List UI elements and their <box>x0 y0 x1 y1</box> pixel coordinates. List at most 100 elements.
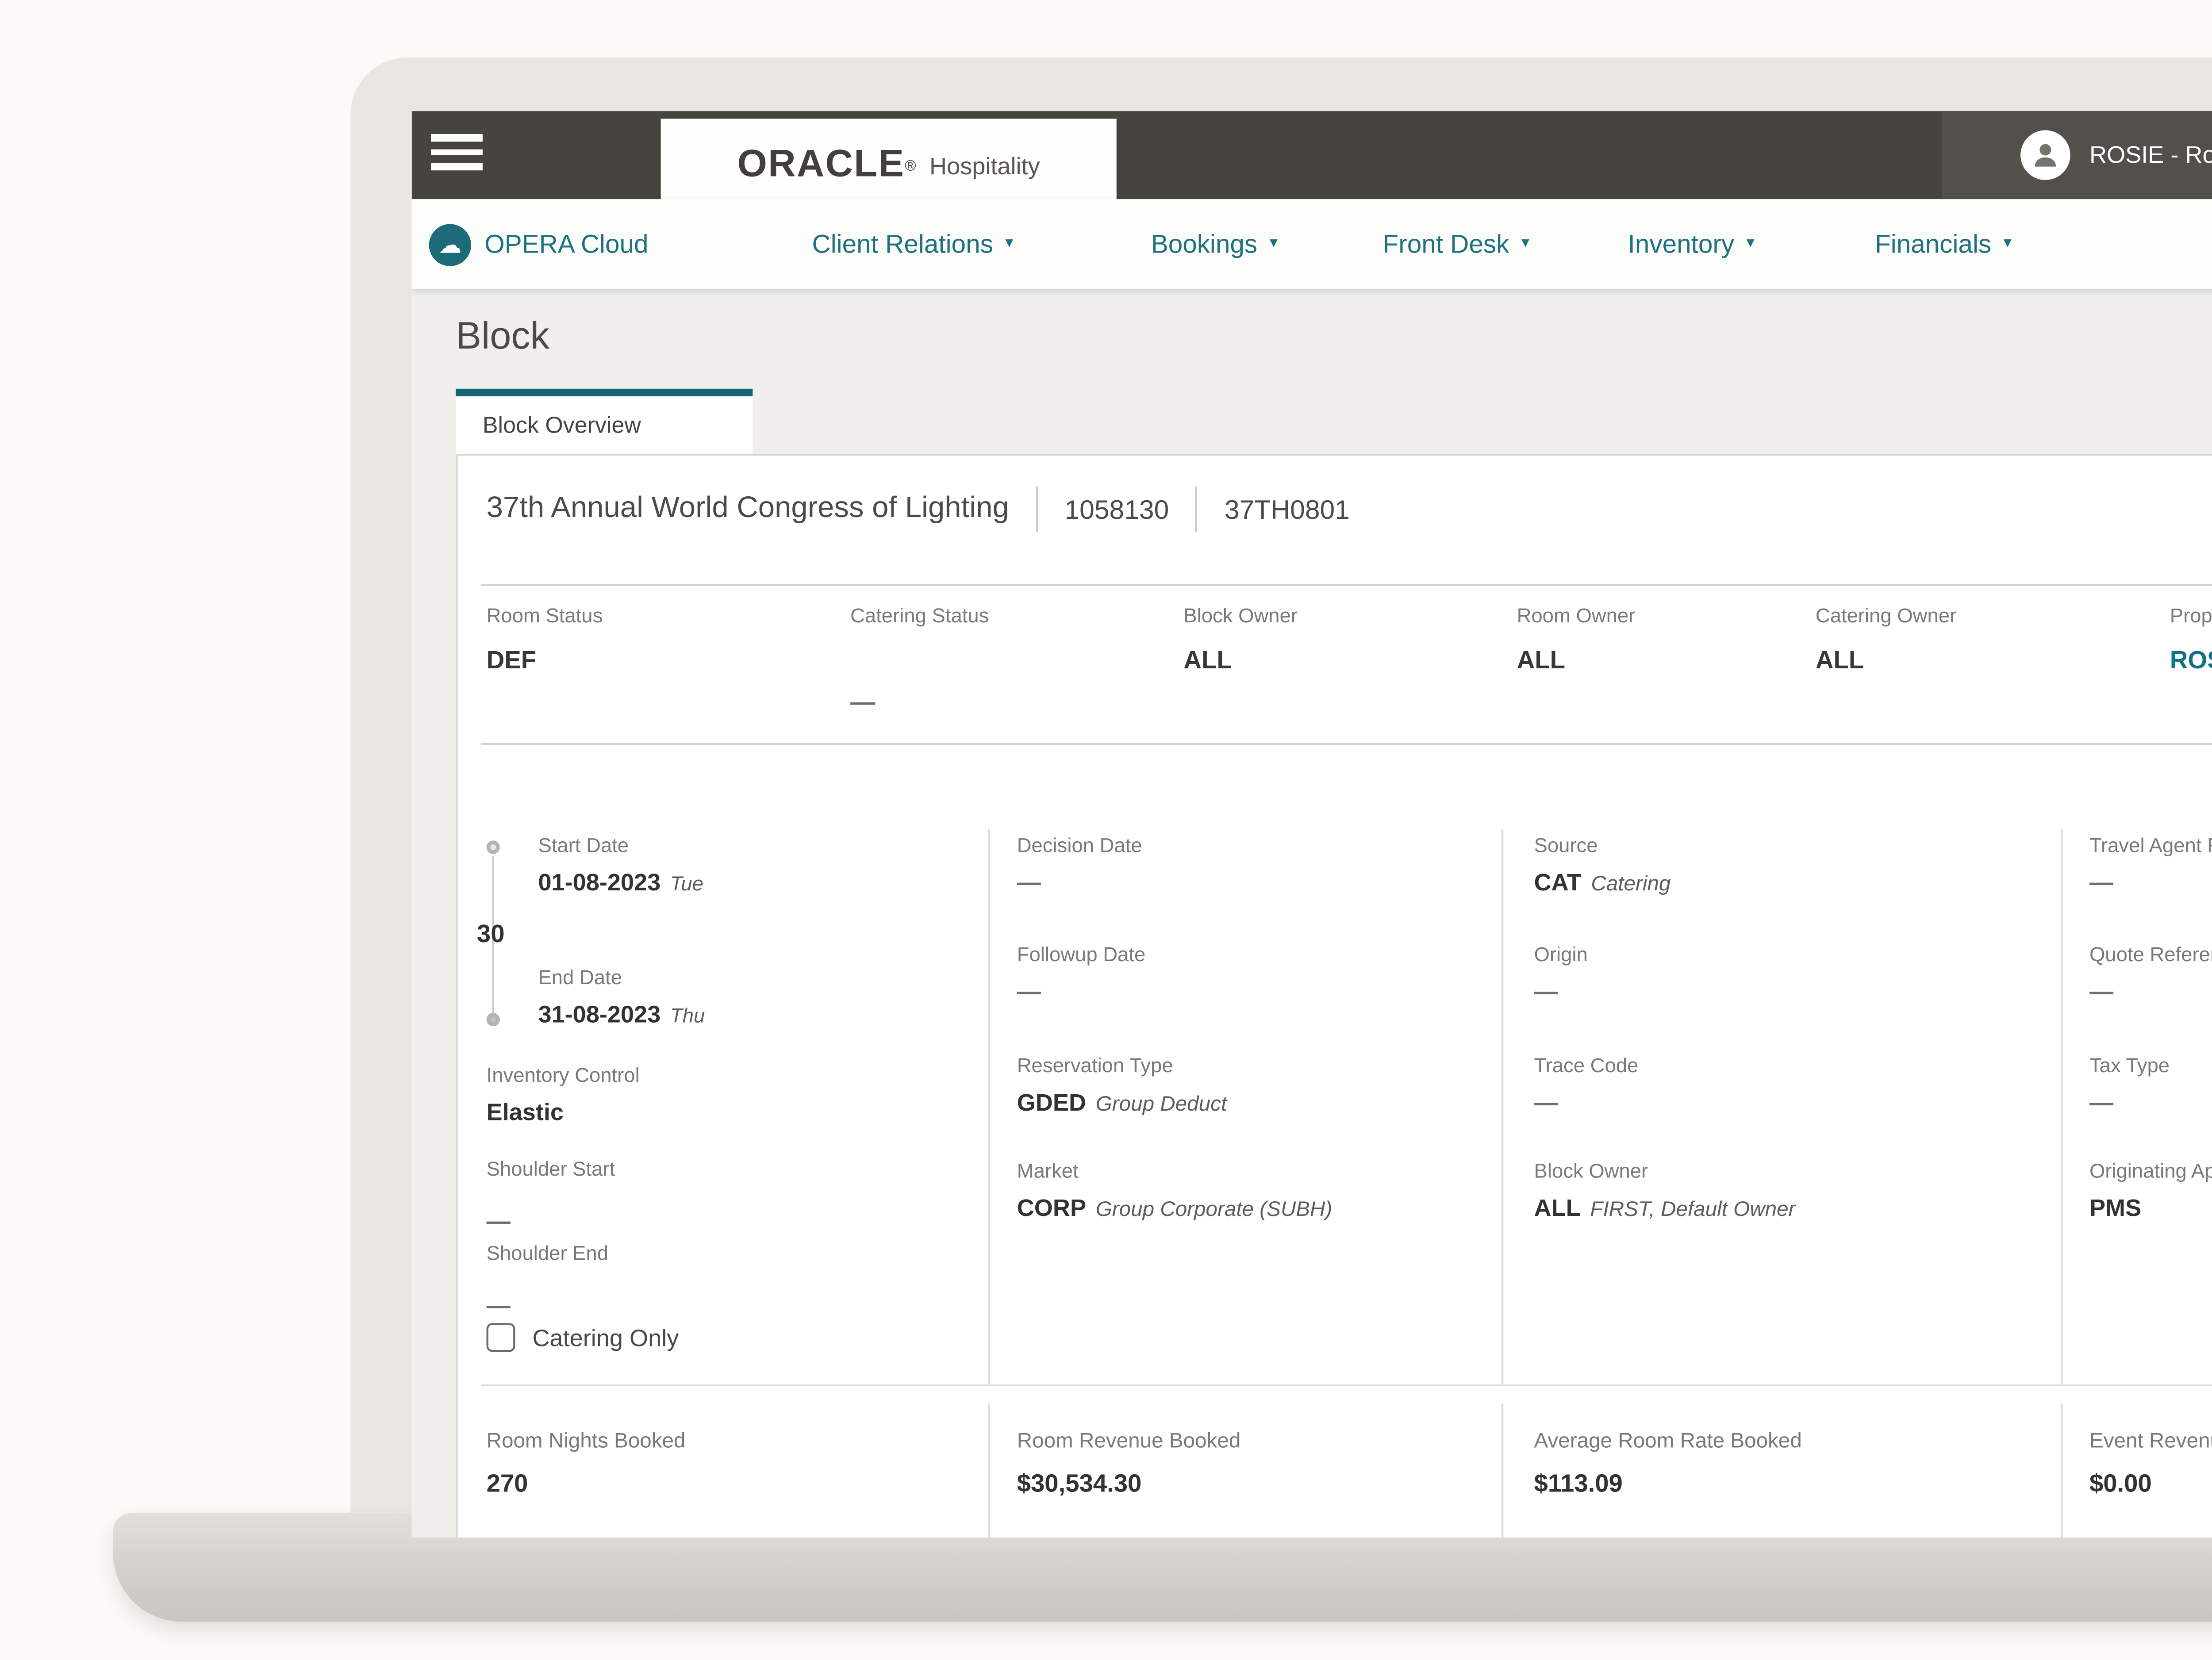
screen: ORACLE® Hospitality ROSIE - Rosies B&B H… <box>412 111 2212 1537</box>
status-room-status: Room Status DEF <box>487 605 603 674</box>
opera-cloud-icon: ☁ <box>429 223 471 265</box>
field-label: Reservation Type <box>1017 1055 1227 1078</box>
nav-item-label: Client Relations <box>812 230 993 258</box>
stat-label: Room Revenue Booked <box>1017 1430 1486 1453</box>
status-catering-owner: Catering Owner ALL <box>1816 605 1956 674</box>
laptop-mockup: ORACLE® Hospitality ROSIE - Rosies B&B H… <box>0 0 2212 1660</box>
field-quote-reference-number: Quote Reference Number — <box>2089 944 2212 1005</box>
details-column-dates: Start Date 01-08-2023Tue 30 End Date 31-… <box>487 829 975 1384</box>
page-body: Block ? Help Block Overview 37th Annual … <box>412 289 2212 1538</box>
status-label: Catering Owner <box>1816 605 1956 628</box>
divider <box>1502 829 1503 1384</box>
nav-item-bookings[interactable]: Bookings ▼ <box>1151 199 1280 289</box>
nav-item-financials[interactable]: Financials▼ <box>1875 199 2014 289</box>
field-qualifier: FIRST, Default Owner <box>1590 1199 1795 1222</box>
nav-item-front-desk[interactable]: Front Desk▼ <box>1383 199 1532 289</box>
status-value: DEF <box>487 645 603 674</box>
timeline-start-dot <box>487 840 500 854</box>
tab-block-overview[interactable]: Block Overview <box>456 389 753 454</box>
chevron-down-icon: ▼ <box>1002 238 1016 251</box>
stat-room-nights: Room Nights Booked 270 Room Nights Picke… <box>487 1430 975 1537</box>
field-value: 31-08-2023 <box>538 1001 661 1028</box>
field-value: — <box>2089 1089 2170 1116</box>
status-label: Room Owner <box>1517 605 1636 628</box>
divider <box>988 1403 990 1537</box>
field-value: — <box>1017 978 1146 1005</box>
user-avatar-icon <box>2020 130 2070 180</box>
field-label: Source <box>1534 835 1671 858</box>
status-block-owner: Block Owner ALL <box>1183 605 1298 674</box>
field-label: Travel Agent Record Locator <box>2089 835 2212 858</box>
field-label: Shoulder Start <box>487 1158 615 1181</box>
stat-label: Room Nights Booked <box>487 1430 975 1453</box>
page-title: Block <box>456 316 549 360</box>
nav-item-label: Bookings <box>1151 230 1257 258</box>
block-code: 37TH0801 <box>1225 494 1350 525</box>
application-top-bar: ORACLE® Hospitality ROSIE - Rosies B&B H… <box>412 111 2212 199</box>
status-label: Catering Status <box>850 605 989 628</box>
field-label: Start Date <box>538 835 703 858</box>
field-travel-agent-record-locator: Travel Agent Record Locator — <box>2089 835 2212 896</box>
current-property-label: ROSIE - Rosies B&B Hotel <box>2089 142 2212 169</box>
field-label: Quote Reference Number <box>2089 944 2212 967</box>
field-value: — <box>487 1292 609 1319</box>
catering-only-checkbox-row[interactable]: Catering Only <box>487 1323 679 1352</box>
nav-item-inventory[interactable]: Inventory▼ <box>1628 199 1757 289</box>
field-reservation-type: Reservation Type GDEDGroup Deduct <box>1017 1055 1227 1116</box>
divider <box>2061 1403 2062 1537</box>
field-label: Followup Date <box>1017 944 1146 967</box>
chevron-down-icon: ▼ <box>1267 238 1280 251</box>
field-followup-date: Followup Date — <box>1017 944 1146 1005</box>
field-value: — <box>1534 978 1588 1005</box>
status-label: Block Owner <box>1183 605 1298 628</box>
status-value: ALL <box>1517 645 1636 674</box>
field-market: Market CORPGroup Corporate (SUBH) <box>1017 1160 1333 1222</box>
block-details-section: Start Date 01-08-2023Tue 30 End Date 31-… <box>458 829 2212 1384</box>
field-trace-code: Trace Code — <box>1534 1055 1639 1116</box>
timeline-end-dot <box>487 1013 500 1026</box>
stat-average-rate: Average Room Rate Booked $113.09 Average… <box>1534 1430 2042 1537</box>
field-qualifier: Group Corporate (SUBH) <box>1096 1199 1333 1222</box>
field-qualifier: Catering <box>1591 873 1671 896</box>
nav-item-client-relations[interactable]: Client Relations ▼ <box>812 199 1016 289</box>
status-room-owner: Room Owner ALL <box>1517 605 1636 674</box>
field-inventory-control: Inventory Control Elastic <box>487 1065 640 1126</box>
status-label: Room Status <box>487 605 603 628</box>
status-value: ALL <box>1816 645 1956 674</box>
checkbox-unchecked[interactable] <box>487 1323 515 1352</box>
block-overview-card: 37th Annual World Congress of Lighting 1… <box>456 454 2212 1537</box>
status-value-property-link[interactable]: ROSIE <box>2170 645 2212 674</box>
stat-label: Average Room Rate Booked <box>1534 1430 2042 1453</box>
field-block-owner: Block Owner ALL FIRST, Default Owner <box>1534 1160 1796 1222</box>
stat-event-revenue: Event Revenue On The Books $0.00 Event R… <box>2089 1430 2212 1537</box>
field-originating-application: Originating Application PMS <box>2089 1160 2212 1222</box>
field-tax-type: Tax Type — <box>2089 1055 2170 1116</box>
field-label: Originating Application <box>2089 1160 2212 1183</box>
field-value: ALL <box>1534 1195 1581 1222</box>
hamburger-menu-icon[interactable] <box>431 134 483 176</box>
field-start-date: Start Date 01-08-2023Tue <box>538 835 703 896</box>
stat-value: $0.00 <box>2089 1468 2212 1497</box>
divider <box>1502 1403 1503 1537</box>
field-value: PMS <box>2089 1195 2212 1222</box>
nav-brand-opera-cloud[interactable]: ☁ OPERA Cloud <box>429 199 649 289</box>
stat-label: Event Revenue On The Books <box>2089 1430 2212 1453</box>
divider <box>1036 487 1037 533</box>
oracle-logo-text: ORACLE <box>737 144 905 188</box>
divider <box>2061 829 2062 1384</box>
nav-item-label: Financials <box>1875 230 1991 258</box>
divider <box>1196 487 1198 533</box>
field-label: Shoulder End <box>487 1243 609 1266</box>
field-value: — <box>1017 869 1142 896</box>
user-menu[interactable]: ROSIE - Rosies B&B Hotel <box>2020 111 2212 199</box>
stat-value: 270 <box>487 1468 975 1497</box>
field-label: Block Owner <box>1534 1160 1796 1183</box>
block-header: 37th Annual World Congress of Lighting 1… <box>487 471 1350 548</box>
field-value: 01-08-2023 <box>538 869 661 896</box>
field-value: CORP <box>1017 1195 1086 1222</box>
field-value: — <box>487 1208 615 1235</box>
status-label: Property <box>2170 605 2212 628</box>
field-value: GDED <box>1017 1089 1086 1116</box>
main-nav-bar: ☁ OPERA Cloud Client Relations ▼ Bookings… <box>412 199 2212 289</box>
stat-room-revenue: Room Revenue Booked $30,534.30 Room Reve… <box>1017 1430 1486 1537</box>
